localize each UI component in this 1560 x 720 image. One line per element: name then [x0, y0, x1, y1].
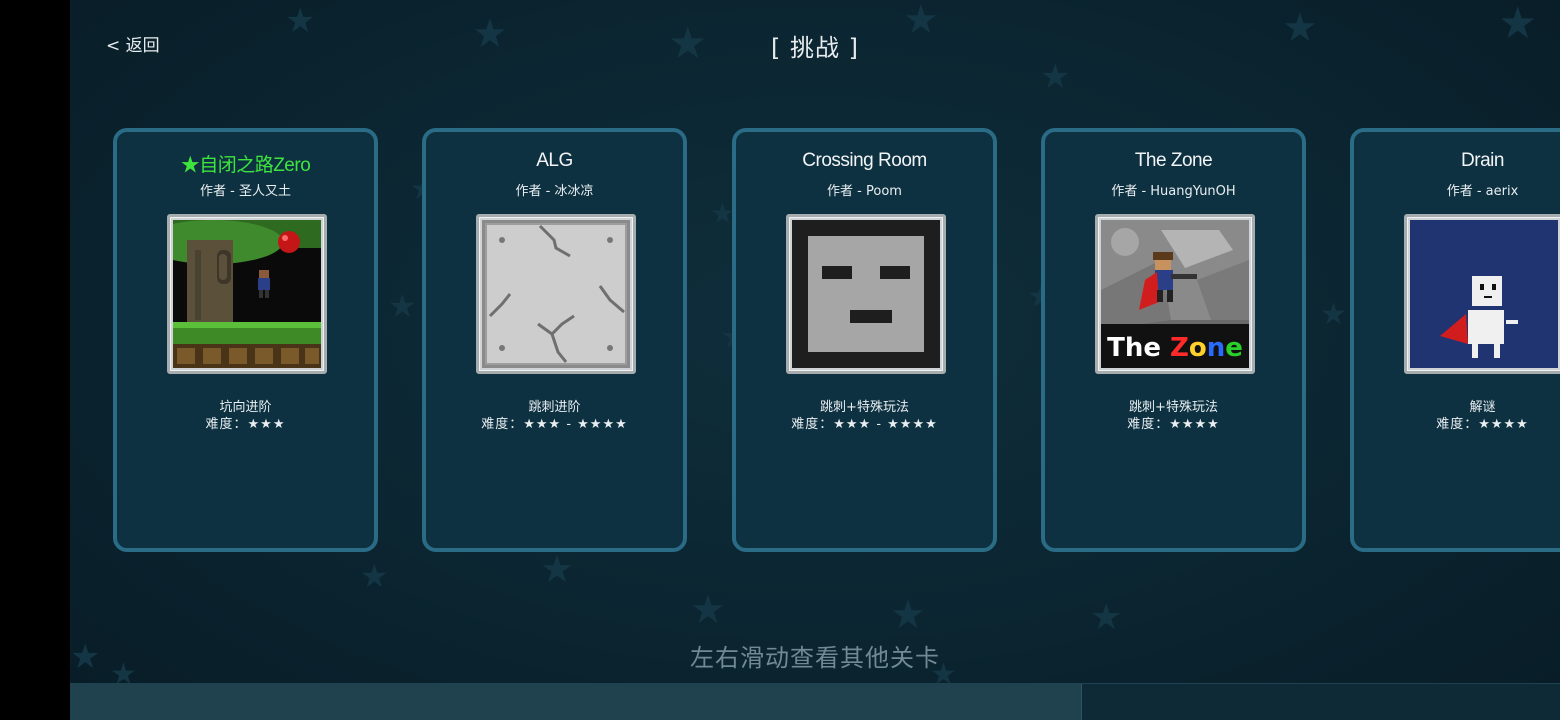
level-difficulty: 难度：★★★ - ★★★★ — [481, 417, 628, 432]
level-thumbnail — [167, 214, 327, 374]
page-title: [ 挑战 ] — [771, 34, 859, 62]
background-star-icon: ★ — [890, 592, 926, 638]
level-card-3[interactable]: Crossing Room 作者 - Poom 跳刺+特殊玩法 难度：★★★ -… — [732, 128, 997, 552]
forest-tree-scene-icon — [173, 220, 321, 368]
level-card-2[interactable]: ALG 作者 - 冰冰凉 跳刺进阶 难度：★★★ - ★★★★ — [422, 128, 687, 552]
level-name: Crossing Room — [802, 150, 927, 171]
background-star-icon: ★ — [1040, 57, 1071, 97]
left-black-margin — [0, 0, 70, 720]
level-name: ALG — [536, 150, 573, 171]
level-difficulty: 难度：★★★ — [205, 417, 286, 432]
level-thumbnail — [1404, 214, 1560, 374]
level-select-screen: ★★★★★★★★★★★★★★★★★★★★★★★★★★★★★★★★★ < 返回 [… — [70, 0, 1560, 720]
level-card-4[interactable]: The Zone 作者 - HuangYunOH The Zone 跳刺+特殊玩… — [1041, 128, 1306, 552]
the-zone-logo-icon: The Zone — [1101, 220, 1249, 368]
level-difficulty: 难度：★★★★ — [1436, 417, 1529, 432]
level-author: 作者 - HuangYunOH — [1111, 184, 1236, 199]
the-zone-logo-text: The Zone — [1107, 333, 1243, 363]
level-name: The Zone — [1134, 150, 1213, 171]
level-card-5[interactable]: Drain 作者 - aerix 解谜 难度：★★★★ — [1350, 128, 1560, 552]
level-author: 作者 - aerix — [1446, 184, 1519, 199]
level-difficulty: 难度：★★★ - ★★★★ — [791, 417, 938, 432]
level-author: 作者 - 圣人又土 — [200, 184, 291, 199]
horizontal-scrollbar[interactable] — [70, 683, 1560, 720]
level-thumbnail — [786, 214, 946, 374]
white-block-hero-icon — [1410, 220, 1558, 368]
background-star-icon: ★ — [1320, 297, 1347, 332]
scrollbar-thumb[interactable] — [70, 684, 1082, 720]
background-star-icon: ★ — [690, 587, 726, 633]
background-star-icon: ★ — [388, 287, 417, 325]
level-author: 作者 - Poom — [827, 184, 902, 199]
block-face-icon — [792, 220, 940, 368]
swipe-hint: 左右滑动查看其他关卡 — [690, 644, 940, 672]
cracked-tile-icon — [482, 220, 630, 368]
background-star-icon: ★ — [540, 547, 575, 591]
background-star-icon: ★ — [360, 557, 389, 595]
background-star-icon: ★ — [1090, 597, 1123, 638]
level-difficulty: 难度：★★★★ — [1127, 417, 1220, 432]
level-author: 作者 - 冰冰凉 — [515, 184, 594, 199]
level-name: ★自闭之路Zero — [180, 155, 311, 176]
level-card-1[interactable]: ★自闭之路Zero 作者 - 圣人又土 坑向进阶 难度：★★★ — [113, 128, 378, 552]
level-thumbnail — [476, 214, 636, 374]
level-name: Drain — [1461, 150, 1504, 171]
level-thumbnail: The Zone — [1095, 214, 1255, 374]
